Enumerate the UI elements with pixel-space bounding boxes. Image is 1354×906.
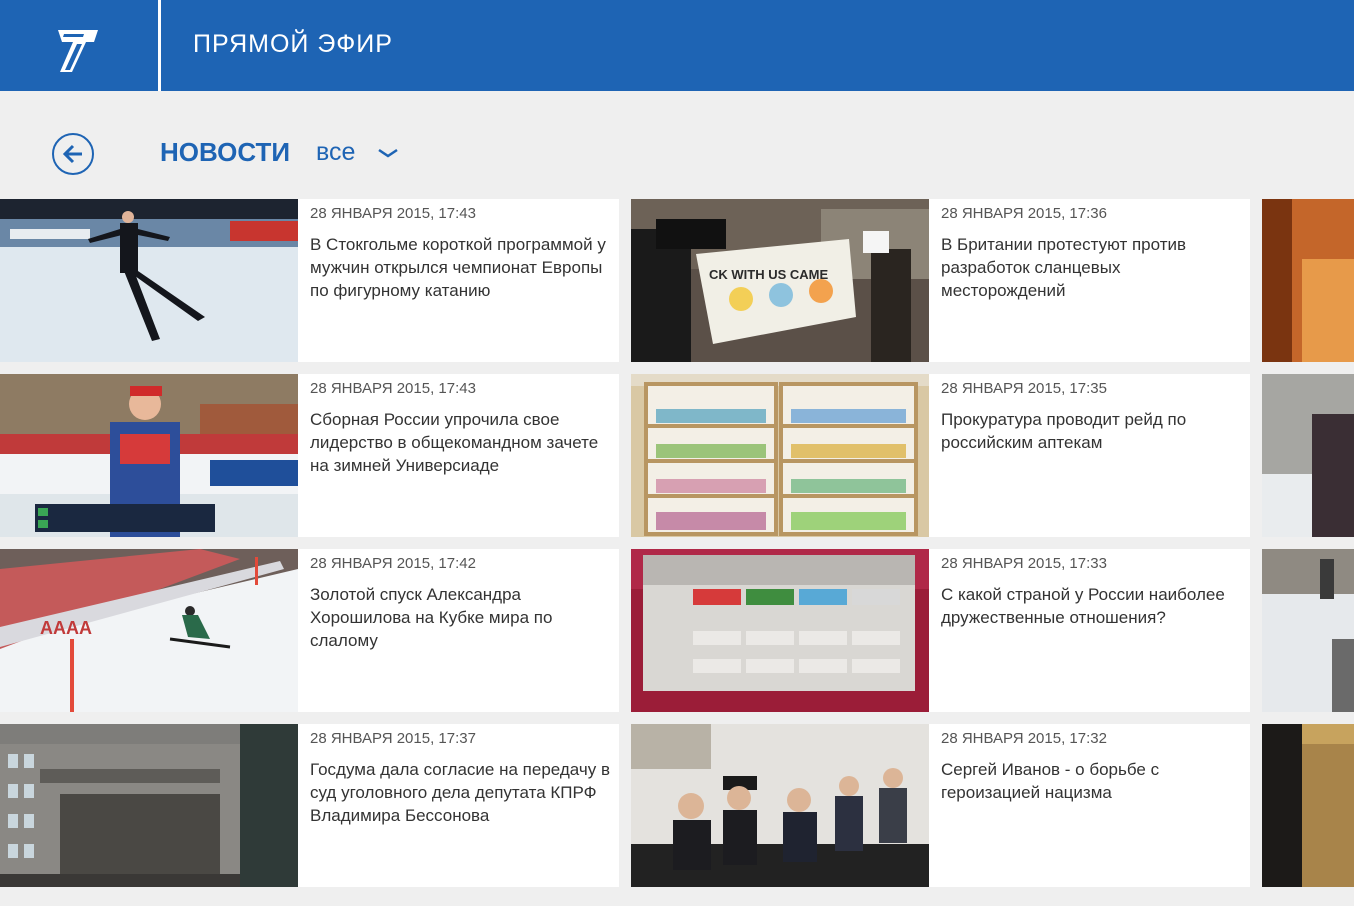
news-card-peek[interactable] bbox=[1262, 199, 1354, 362]
news-headline: Золотой спуск Александра Хорошилова на К… bbox=[310, 585, 553, 650]
news-card[interactable]: AAAA 28 ЯНВАРЯ 2015, 17:42 Золотой спуск… bbox=[0, 549, 619, 712]
news-headline: В Стокгольме короткой программой у мужчи… bbox=[310, 235, 606, 300]
news-thumbnail bbox=[0, 374, 298, 537]
news-headline: Сергей Иванов - о борьбе с героизацией н… bbox=[941, 760, 1160, 802]
news-date: 28 ЯНВАРЯ 2015, 17:35 bbox=[941, 380, 1107, 397]
arrow-left-icon bbox=[62, 144, 82, 164]
news-card[interactable]: 28 ЯНВАРЯ 2015, 17:33 С какой страной у … bbox=[631, 549, 1250, 712]
news-headline: Сборная России упрочила свое лидерство в… bbox=[310, 410, 599, 475]
news-card[interactable]: 28 ЯНВАРЯ 2015, 17:43 Сборная России упр… bbox=[0, 374, 619, 537]
news-date: 28 ЯНВАРЯ 2015, 17:42 bbox=[310, 555, 476, 572]
news-card[interactable]: CK WITH US CAME 28 ЯНВАРЯ 2015, 17:36 В … bbox=[631, 199, 1250, 362]
news-card[interactable]: 28 ЯНВАРЯ 2015, 17:37 Госдума дала согла… bbox=[0, 724, 619, 887]
news-thumbnail bbox=[0, 199, 298, 362]
news-thumbnail: AAAA bbox=[0, 549, 298, 712]
news-thumbnail bbox=[631, 374, 929, 537]
page-title: НОВОСТИ bbox=[160, 137, 291, 167]
news-date: 28 ЯНВАРЯ 2015, 17:43 bbox=[310, 205, 476, 222]
svg-text:AAAA: AAAA bbox=[40, 618, 92, 638]
category-filter-dropdown[interactable]: все bbox=[316, 138, 398, 167]
news-card-peek[interactable] bbox=[1262, 549, 1354, 712]
live-broadcast-link[interactable]: ПРЯМОЙ ЭФИР bbox=[193, 30, 393, 59]
news-thumbnail bbox=[631, 724, 929, 887]
news-date: 28 ЯНВАРЯ 2015, 17:32 bbox=[941, 730, 1107, 747]
news-headline: С какой страной у России наиболее дружес… bbox=[941, 585, 1225, 627]
news-card[interactable]: 28 ЯНВАРЯ 2015, 17:35 Прокуратура провод… bbox=[631, 374, 1250, 537]
news-card[interactable]: 28 ЯНВАРЯ 2015, 17:32 Сергей Иванов - о … bbox=[631, 724, 1250, 887]
news-card[interactable]: 28 ЯНВАРЯ 2015, 17:43 В Стокгольме корот… bbox=[0, 199, 619, 362]
news-date: 28 ЯНВАРЯ 2015, 17:36 bbox=[941, 205, 1107, 222]
news-date: 28 ЯНВАРЯ 2015, 17:33 bbox=[941, 555, 1107, 572]
news-headline: Прокуратура проводит рейд по российским … bbox=[941, 410, 1187, 452]
chevron-down-icon bbox=[378, 148, 398, 158]
news-headline: Госдума дала согласие на передачу в суд … bbox=[310, 760, 610, 825]
news-card-peek[interactable] bbox=[1262, 724, 1354, 887]
top-app-bar: ПРЯМОЙ ЭФИР bbox=[0, 0, 1354, 91]
header-divider bbox=[158, 0, 161, 91]
news-headline: В Британии протестуют против разработок … bbox=[941, 235, 1187, 300]
news-date: 28 ЯНВАРЯ 2015, 17:37 bbox=[310, 730, 476, 747]
news-thumbnail bbox=[631, 549, 929, 712]
news-thumbnail: CK WITH US CAME bbox=[631, 199, 929, 362]
svg-text:CK WITH US CAME: CK WITH US CAME bbox=[709, 267, 828, 282]
channel-one-logo[interactable] bbox=[0, 0, 158, 91]
news-card-peek[interactable] bbox=[1262, 374, 1354, 537]
news-thumbnail bbox=[0, 724, 298, 887]
news-date: 28 ЯНВАРЯ 2015, 17:43 bbox=[310, 380, 476, 397]
back-button[interactable] bbox=[52, 133, 94, 175]
filter-label: все bbox=[316, 138, 356, 166]
